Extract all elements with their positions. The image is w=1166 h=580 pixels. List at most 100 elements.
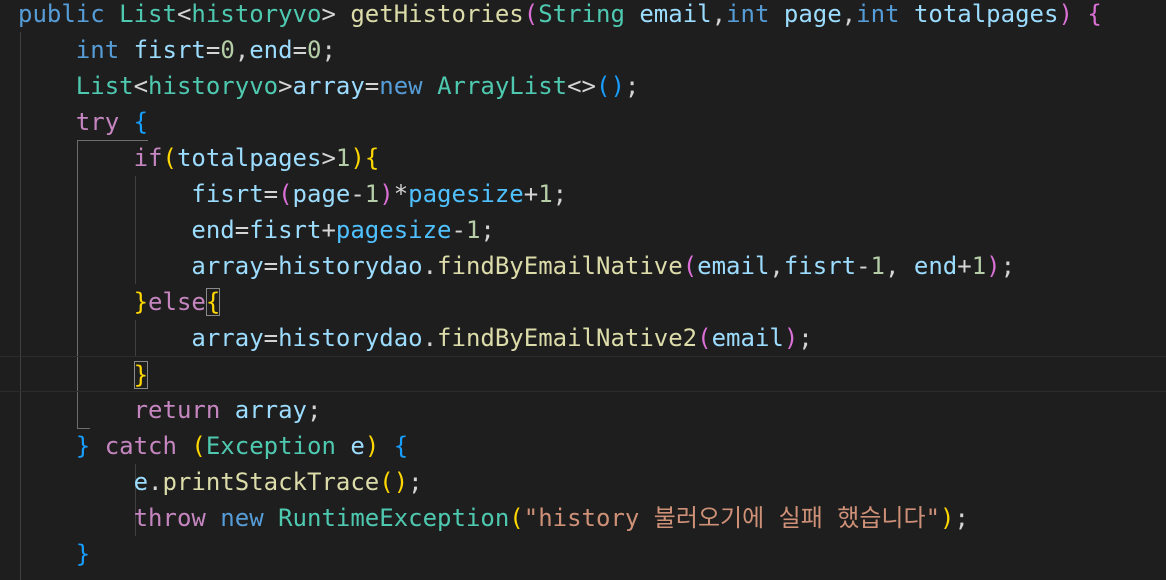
code-line[interactable]: end=fisrt+pagesize-1; bbox=[0, 212, 494, 248]
code-token: + bbox=[321, 216, 336, 244]
code-token: fisrt bbox=[133, 36, 206, 64]
code-line[interactable]: } catch (Exception e) { bbox=[0, 428, 408, 464]
code-token: Exception bbox=[205, 432, 336, 460]
code-line[interactable]: List<historyvo>array=new ArrayList<>(); bbox=[0, 68, 640, 104]
code-line[interactable]: fisrt=(page-1)*pagesize+1; bbox=[0, 176, 567, 212]
code-token: 0 bbox=[307, 36, 322, 64]
code-token: ) bbox=[940, 504, 955, 532]
code-token: ( bbox=[509, 504, 524, 532]
code-token: array bbox=[191, 252, 264, 280]
code-token: array bbox=[191, 324, 264, 352]
code-token: = bbox=[292, 36, 308, 64]
code-token: . bbox=[148, 468, 163, 496]
code-token: * bbox=[393, 180, 409, 208]
code-token: () bbox=[596, 72, 625, 100]
code-token: page bbox=[783, 0, 842, 28]
code-token: ) bbox=[1058, 0, 1073, 28]
code-line[interactable]: if(totalpages>1){ bbox=[0, 140, 380, 176]
code-token: ; bbox=[954, 504, 969, 532]
code-token: RuntimeException bbox=[278, 504, 510, 532]
code-token: ; bbox=[624, 72, 640, 100]
code-line[interactable]: }else{ bbox=[0, 284, 221, 320]
code-token: , bbox=[234, 36, 250, 64]
code-token: ; bbox=[321, 36, 336, 64]
code-token: } bbox=[133, 288, 149, 316]
code-token: public bbox=[18, 0, 105, 28]
code-token: ) bbox=[986, 252, 1001, 280]
code-line[interactable]: int fisrt=0,end=0; bbox=[0, 32, 336, 68]
code-line[interactable]: array=historydao.findByEmailNative2(emai… bbox=[0, 320, 812, 356]
code-token: = bbox=[205, 36, 221, 64]
code-line[interactable]: } bbox=[0, 536, 90, 572]
code-token: totalpages bbox=[913, 0, 1059, 28]
code-token: array bbox=[292, 72, 365, 100]
code-token: ; bbox=[552, 180, 568, 208]
code-token: new bbox=[379, 72, 423, 100]
code-token: + bbox=[957, 252, 972, 280]
code-token: ) bbox=[783, 324, 799, 352]
code-token: ArrayList bbox=[437, 72, 568, 100]
code-token: int bbox=[75, 36, 120, 64]
code-token: } bbox=[75, 432, 91, 460]
code-token: end bbox=[913, 252, 958, 280]
code-token: } bbox=[133, 361, 149, 389]
code-token: array bbox=[234, 396, 307, 424]
code-token: > bbox=[321, 0, 336, 28]
code-editor[interactable]: public List<historyvo> getHistories(Stri… bbox=[0, 0, 1166, 580]
code-token: 1 bbox=[335, 144, 351, 172]
code-token: ) bbox=[379, 180, 394, 208]
code-token: () bbox=[379, 468, 409, 496]
code-token: String bbox=[538, 0, 625, 28]
code-token: catch bbox=[104, 432, 177, 460]
code-line[interactable]: return array; bbox=[0, 392, 322, 428]
code-line[interactable]: array=historydao.findByEmailNative(email… bbox=[0, 248, 1015, 284]
code-token: new bbox=[220, 504, 264, 532]
code-token: > bbox=[278, 72, 293, 100]
code-token: 1 bbox=[364, 180, 380, 208]
code-line[interactable]: e.printStackTrace(); bbox=[0, 464, 423, 500]
code-token: ( bbox=[523, 0, 539, 28]
code-token: - bbox=[451, 216, 466, 244]
code-token: , bbox=[841, 0, 857, 28]
code-line[interactable]: } bbox=[0, 356, 1166, 392]
code-token: ( bbox=[278, 180, 293, 208]
code-token: ; bbox=[307, 396, 322, 424]
code-token: ( bbox=[162, 144, 177, 172]
code-token: if bbox=[133, 144, 163, 172]
code-token: List bbox=[75, 72, 134, 100]
code-token: try bbox=[75, 108, 120, 136]
code-token: = bbox=[263, 252, 279, 280]
code-token: < bbox=[176, 0, 192, 28]
code-token: 1 bbox=[870, 252, 885, 280]
code-token: 1 bbox=[538, 180, 553, 208]
code-token: <> bbox=[567, 72, 597, 100]
code-line[interactable]: throw new RuntimeException("history 불러오기… bbox=[0, 500, 969, 536]
code-token: { bbox=[133, 108, 149, 136]
code-token: 0 bbox=[220, 36, 235, 64]
code-token: printStackTrace bbox=[162, 468, 380, 496]
code-token: 1 bbox=[971, 252, 987, 280]
code-line[interactable]: try { bbox=[0, 104, 148, 140]
code-token: > bbox=[321, 144, 336, 172]
code-token: ) bbox=[350, 144, 365, 172]
code-token: end bbox=[191, 216, 235, 244]
code-line[interactable]: public List<historyvo> getHistories(Stri… bbox=[0, 0, 1102, 32]
code-token: { bbox=[1087, 0, 1102, 28]
